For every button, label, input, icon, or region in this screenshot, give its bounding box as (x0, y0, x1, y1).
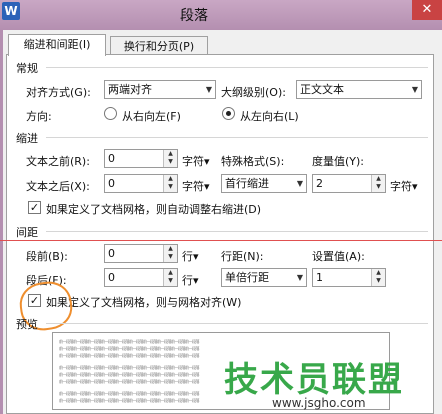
indent-after-unit[interactable]: 字符▾ (182, 178, 210, 194)
measure-label: 度量值(Y): (312, 155, 365, 168)
section-general: 常规 (16, 62, 38, 75)
indent-after-value: 0 (108, 177, 115, 190)
divider (46, 231, 428, 232)
preview-line: 前一段落前一段落前一段落前一段落前一段落前一段落前一段落前一段落前一段落前一段落 (59, 379, 200, 384)
divider (46, 323, 428, 324)
section-preview: 预览 (16, 318, 38, 331)
line-spacing-select[interactable]: 单倍行距 ▼ (221, 268, 307, 287)
setting-value-label: 设置值(A): (312, 250, 365, 263)
preview-line: 前一段落前一段落前一段落前一段落前一段落前一段落前一段落前一段落前一段落前一段落 (59, 372, 200, 377)
line-spacing-label: 行距(N): (221, 250, 264, 263)
wps-app-icon: W (2, 2, 20, 20)
indent-before-unit[interactable]: 字符▾ (182, 153, 210, 169)
divider (46, 67, 428, 68)
watermark-logo: 技术员联盟 (224, 360, 404, 400)
ltr-radio[interactable] (222, 107, 235, 120)
special-format-label: 特殊格式(S): (221, 155, 285, 168)
outline-select[interactable]: 正文文本 ▼ (296, 80, 422, 99)
dropdown-arrow-icon: ▼ (205, 85, 212, 94)
align-value: 两端对齐 (108, 83, 152, 96)
section-spacing: 间距 (16, 226, 38, 239)
space-before-label: 段前(B): (26, 250, 68, 263)
align-select[interactable]: 两端对齐 ▼ (104, 80, 216, 99)
title-bar (0, 0, 442, 30)
space-before-unit[interactable]: 行▾ (182, 248, 199, 264)
indent-before-spinner[interactable]: 0 ▲ ▼ (104, 149, 178, 168)
spinner-arrows-icon[interactable]: ▲ ▼ (371, 269, 385, 286)
space-before-spinner[interactable]: 0 ▲ ▼ (104, 244, 178, 263)
watermark-url: www.jsgho.com (272, 396, 366, 410)
direction-label: 方向: (26, 110, 52, 123)
line-spacing-value: 单倍行距 (225, 271, 269, 284)
rtl-radio[interactable] (104, 107, 117, 120)
measure-spinner[interactable]: 2 ▲ ▼ (312, 174, 386, 193)
ltr-label: 从左向右(L) (240, 110, 299, 123)
special-format-select[interactable]: 首行缩进 ▼ (221, 174, 307, 193)
auto-adjust-indent-checkbox[interactable]: ✓ (28, 201, 41, 214)
setting-value-spinner[interactable]: 1 ▲ ▼ (312, 268, 386, 287)
indent-after-label: 文本之后(X): (26, 180, 90, 193)
preview-line: 前一段落前一段落前一段落前一段落前一段落前一段落前一段落前一段落前一段落前一段落 (59, 398, 200, 403)
space-after-unit[interactable]: 行▾ (182, 272, 199, 288)
preview-line: 前一段落前一段落前一段落前一段落前一段落前一段落前一段落前一段落前一段落前一段落 (59, 391, 200, 396)
space-before-value: 0 (108, 247, 115, 260)
outline-label: 大纲级别(O): (221, 86, 286, 99)
spinner-arrows-icon[interactable]: ▲ ▼ (371, 175, 385, 192)
preview-line: 前一段落前一段落前一段落前一段落前一段落前一段落前一段落前一段落前一段落前一段落 (59, 353, 200, 358)
preview-line: 前一段落前一段落前一段落前一段落前一段落前一段落前一段落前一段落前一段落前一段落 (59, 346, 200, 351)
indent-after-spinner[interactable]: 0 ▲ ▼ (104, 174, 178, 193)
special-format-value: 首行缩进 (225, 177, 269, 190)
close-button[interactable]: ✕ (412, 0, 442, 20)
indent-before-value: 0 (108, 152, 115, 165)
divider (46, 137, 428, 138)
space-after-value: 0 (108, 271, 115, 284)
measure-value: 2 (316, 177, 323, 190)
preview-line: 前一段落前一段落前一段落前一段落前一段落前一段落前一段落前一段落前一段落前一段落 (59, 339, 200, 344)
spinner-arrows-icon[interactable]: ▲ ▼ (163, 175, 177, 192)
dropdown-arrow-icon: ▼ (411, 85, 418, 94)
outline-value: 正文文本 (300, 83, 344, 96)
rtl-label: 从右向左(F) (122, 110, 181, 123)
align-label: 对齐方式(G): (26, 86, 91, 99)
preview-line: 前一段落前一段落前一段落前一段落前一段落前一段落前一段落前一段落前一段落前一段落 (59, 365, 200, 370)
annotation-line (0, 240, 442, 241)
spinner-arrows-icon[interactable]: ▲ ▼ (163, 150, 177, 167)
spinner-arrows-icon[interactable]: ▲ ▼ (163, 245, 177, 262)
tab-indent-spacing[interactable]: 缩进和间距(I) (8, 34, 106, 56)
auto-adjust-indent-label: 如果定义了文档网格，则自动调整右缩进(D) (46, 203, 262, 216)
dropdown-arrow-icon: ▼ (296, 179, 303, 188)
space-after-spinner[interactable]: 0 ▲ ▼ (104, 268, 178, 287)
window-title: 段落 (180, 8, 208, 24)
setting-value: 1 (316, 271, 323, 284)
indent-before-label: 文本之前(R): (26, 155, 90, 168)
measure-unit[interactable]: 字符▾ (390, 178, 418, 194)
snap-to-grid-label: 如果定义了文档网格，则与网格对齐(W) (46, 296, 242, 309)
tab-line-page-breaks[interactable]: 换行和分页(P) (110, 36, 208, 56)
dropdown-arrow-icon: ▼ (296, 273, 303, 282)
spinner-arrows-icon[interactable]: ▲ ▼ (163, 269, 177, 286)
section-indent: 缩进 (16, 132, 38, 145)
